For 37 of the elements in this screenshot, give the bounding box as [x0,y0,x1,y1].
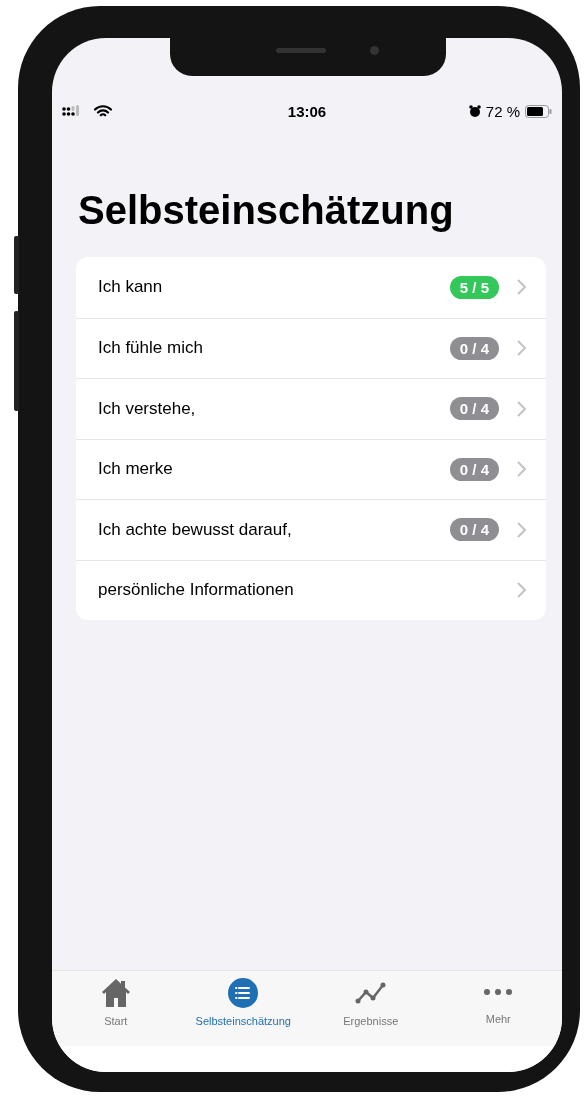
tab[interactable]: Ergebnisse [307,977,435,1046]
tab[interactable]: Start [52,977,180,1046]
list-row[interactable]: Ich fühle mich 0 / 4 [76,317,546,378]
home-icon [100,977,131,1009]
row-label: Ich achte bewusst darauf, [98,519,293,540]
chevron-icon [517,400,526,417]
row-label: Ich fühle mich [98,338,204,359]
wifi-icon [94,104,112,118]
chevron-icon [517,521,526,538]
list-row[interactable]: persönliche Informationen [76,559,546,620]
chevron-icon [517,279,526,296]
alarm-icon [468,104,481,118]
chevron-icon [517,582,526,599]
list-row[interactable]: Ich kann 5 / 5 [76,257,546,318]
list-row[interactable]: Ich verstehe, 0 / 4 [76,378,546,439]
signal-icon [62,105,82,117]
list-row[interactable]: Ich achte bewusst darauf, 0 / 4 [76,499,546,560]
chevron-icon [517,461,526,478]
more-icon [484,989,513,995]
list-row[interactable]: Ich merke 0 / 4 [76,438,546,499]
page-title: Selbsteinschätzung [78,188,455,233]
chevron-icon [517,340,526,357]
row-label: Ich merke [98,459,174,480]
clock-time: 13:06 [286,102,328,120]
battery-icon [525,104,552,118]
row-label: Ich verstehe, [98,398,197,419]
tab[interactable]: Mehr [434,977,562,1046]
row-label: persönliche Informationen [98,580,295,601]
progress-badge: 0 / 4 [449,336,499,360]
list-icon [227,977,260,1009]
battery-percentage: 72 % [485,102,520,120]
progress-badge: 0 / 4 [449,397,499,421]
row-label: Ich kann [98,277,164,298]
tab[interactable]: Selbsteinschätzung [179,977,307,1046]
progress-badge: 0 / 4 [449,518,499,542]
progress-badge: 5 / 5 [449,275,499,299]
progress-badge: 0 / 4 [449,457,499,481]
